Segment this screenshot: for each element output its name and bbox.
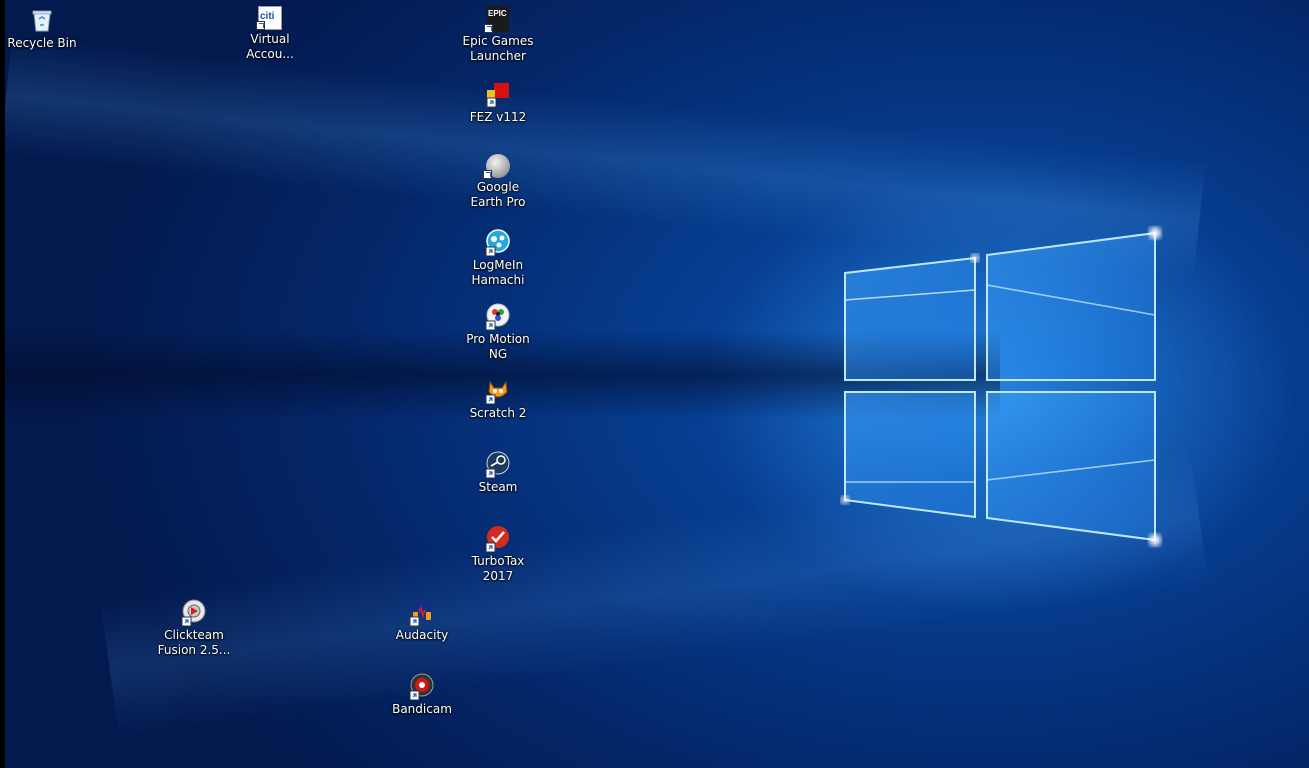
windows-logo-wallpaper xyxy=(841,227,1161,546)
icon-label: Clickteam Fusion 2.5... xyxy=(157,628,231,657)
bandicam-icon xyxy=(409,673,434,700)
icon-label: Bandicam xyxy=(392,702,452,716)
desktop-icon-google-earth-pro[interactable]: Google Earth Pro xyxy=(460,154,536,210)
fez-icon xyxy=(486,83,509,108)
epic-games-icon: EPIC xyxy=(484,6,509,33)
icon-label: TurboTax 2017 xyxy=(471,554,525,583)
icon-label: Google Earth Pro xyxy=(470,180,526,209)
desktop-icon-bandicam[interactable]: Bandicam xyxy=(384,672,460,717)
desktop[interactable]: Recycle Bin citi Virtual Accou... EPIC E… xyxy=(0,0,1309,768)
pro-motion-icon xyxy=(485,303,510,330)
desktop-icon-steam[interactable]: Steam xyxy=(460,450,536,495)
icon-label: Recycle Bin xyxy=(7,36,77,50)
icon-label: Virtual Accou... xyxy=(246,32,294,61)
audacity-icon xyxy=(409,601,431,626)
icon-label: Pro Motion NG xyxy=(466,332,530,361)
desktop-icon-virtual-account[interactable]: citi Virtual Accou... xyxy=(232,6,308,62)
google-earth-icon xyxy=(483,154,510,179)
desktop-icon-turbotax-2017[interactable]: TurboTax 2017 xyxy=(460,524,536,584)
icon-label: LogMeIn Hamachi xyxy=(471,258,525,287)
clickteam-icon xyxy=(181,599,206,626)
icon-label: FEZ v112 xyxy=(469,110,527,124)
desktop-icon-audacity[interactable]: Audacity xyxy=(384,598,460,643)
epic-logo-text: EPIC xyxy=(488,9,507,18)
icon-label: Scratch 2 xyxy=(469,406,527,420)
desktop-icon-recycle-bin[interactable]: Recycle Bin xyxy=(4,6,80,51)
desktop-icon-logmein-hamachi[interactable]: LogMeIn Hamachi xyxy=(460,228,536,288)
desktop-icon-fez[interactable]: FEZ v112 xyxy=(460,80,536,125)
recycle-bin-icon xyxy=(32,10,52,32)
hamachi-icon xyxy=(485,229,510,256)
screen-left-edge xyxy=(0,0,5,768)
desktop-icon-pro-motion-ng[interactable]: Pro Motion NG xyxy=(460,302,536,362)
desktop-icon-epic-games-launcher[interactable]: EPIC Epic Games Launcher xyxy=(460,6,536,64)
icon-label: Audacity xyxy=(395,628,449,642)
turbotax-icon xyxy=(485,526,509,552)
citi-icon: citi xyxy=(256,6,282,30)
scratch-icon xyxy=(485,380,508,404)
desktop-icon-scratch-2[interactable]: Scratch 2 xyxy=(460,376,536,421)
steam-icon xyxy=(485,451,510,478)
icon-label: Epic Games Launcher xyxy=(462,34,534,63)
desktop-icon-clickteam-fusion[interactable]: Clickteam Fusion 2.5... xyxy=(156,598,232,658)
icon-label: Steam xyxy=(478,480,518,494)
